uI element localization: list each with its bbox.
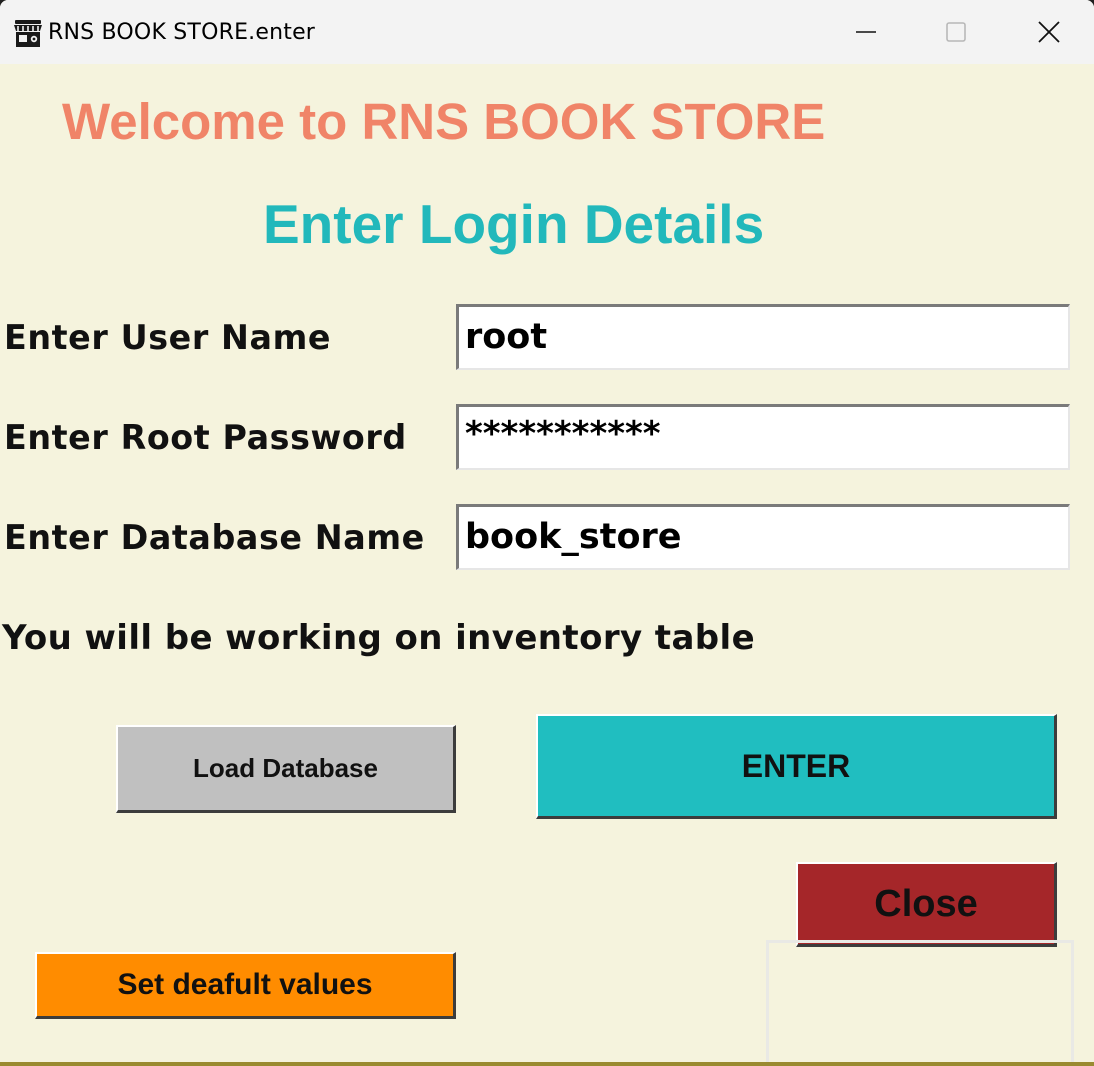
username-input[interactable]: root	[456, 304, 1070, 370]
app-window: RNS BOOK STORE.enter Welcome to RNS BOOK…	[0, 0, 1094, 1066]
minimize-button[interactable]	[820, 0, 912, 64]
empty-frame	[766, 940, 1074, 1066]
window-close-button[interactable]	[1003, 0, 1094, 64]
welcome-heading: Welcome to RNS BOOK STORE	[62, 93, 826, 150]
username-label: Enter User Name	[4, 318, 332, 358]
title-bar[interactable]: RNS BOOK STORE.enter	[0, 0, 1094, 64]
set-default-values-button[interactable]: Set deafult values	[35, 952, 456, 1019]
enter-button[interactable]: ENTER	[536, 714, 1057, 819]
storefront-icon	[14, 20, 42, 47]
inventory-info-text: You will be working on inventory table	[2, 618, 756, 658]
window-title: RNS BOOK STORE.enter	[48, 20, 316, 45]
database-label: Enter Database Name	[4, 518, 425, 558]
password-label: Enter Root Password	[4, 418, 407, 458]
close-button[interactable]: Close	[796, 862, 1057, 947]
load-database-button[interactable]: Load Database	[116, 725, 456, 813]
minimize-icon	[856, 31, 876, 33]
window-bottom-edge	[0, 1062, 1094, 1066]
password-input[interactable]: ***********	[456, 404, 1070, 470]
close-icon	[1038, 21, 1060, 43]
maximize-button[interactable]	[910, 0, 1002, 64]
database-input[interactable]: book_store	[456, 504, 1070, 570]
login-details-heading: Enter Login Details	[263, 193, 765, 255]
maximize-icon	[946, 22, 966, 42]
